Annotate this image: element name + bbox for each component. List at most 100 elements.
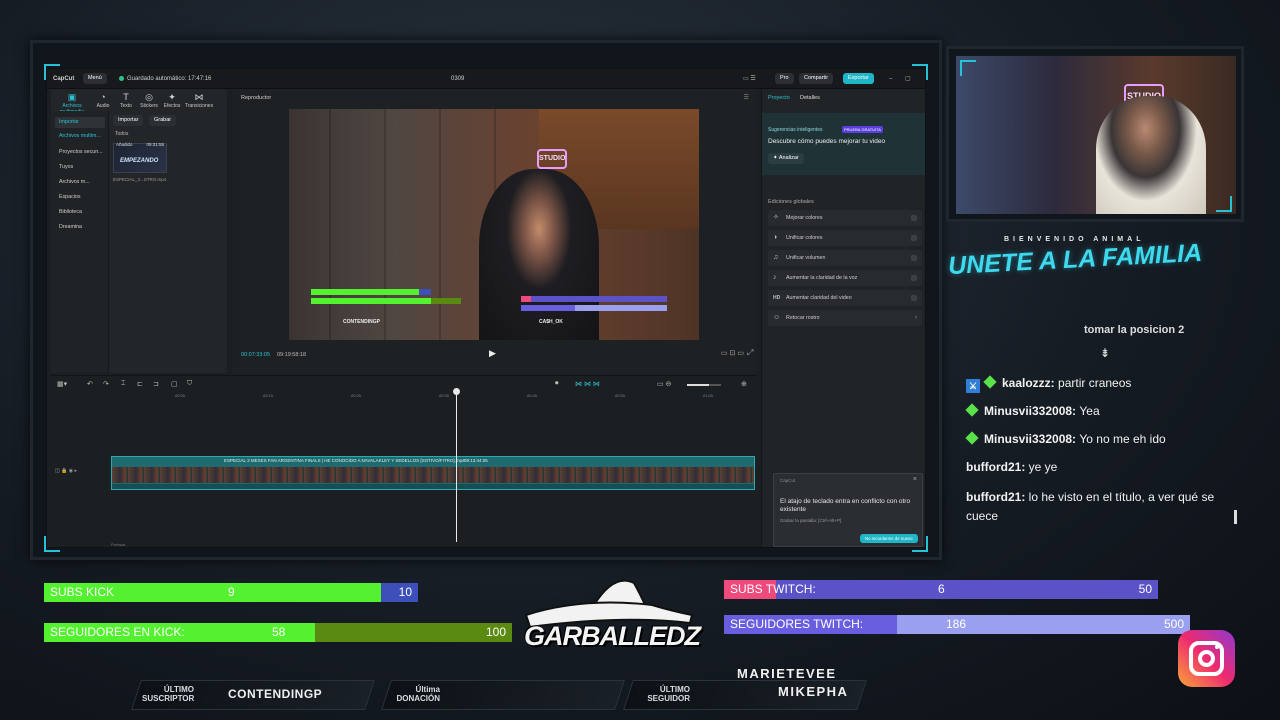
face-icon: ☺ bbox=[773, 314, 781, 321]
tab-stickers[interactable]: ◎ Stickers bbox=[138, 92, 160, 109]
voice-icon: ♪ bbox=[773, 274, 777, 281]
overlay-seg-kick-bar bbox=[311, 298, 431, 304]
frame-corner bbox=[960, 60, 976, 76]
last-follower-value-1: MARIETEVEE bbox=[737, 666, 837, 681]
tab-transitions[interactable]: ⋈ Transiciones bbox=[184, 92, 214, 109]
last-donation-heading: Última DONACIÓN bbox=[396, 685, 440, 703]
menu-button[interactable]: Menú bbox=[83, 73, 107, 84]
sidebar-item-media[interactable]: Archivos multim... bbox=[55, 131, 105, 142]
pro-button[interactable]: Pro bbox=[775, 73, 794, 84]
chat-message: bufford21: ye ye bbox=[966, 460, 1058, 474]
share-button[interactable]: Compartir bbox=[799, 73, 834, 84]
mic-icon[interactable]: ⏺ bbox=[555, 380, 559, 388]
subs-twitch-goal-bar: SUBS TWITCH: 6 50 bbox=[724, 580, 1158, 599]
import-button[interactable]: Importar bbox=[113, 115, 144, 126]
chat-partial-line: tomar la posicion 2 bbox=[1084, 324, 1185, 336]
layout-icon[interactable]: ▭ ☰ bbox=[743, 69, 756, 89]
record-button[interactable]: Grabar bbox=[149, 115, 177, 126]
edit-improve-colors[interactable]: ✧ Mejorar colores bbox=[768, 210, 922, 226]
clip-waveform bbox=[112, 484, 754, 489]
zoom-in-icon[interactable]: ⊕ bbox=[741, 380, 747, 388]
tab-project[interactable]: Proyecto bbox=[768, 95, 790, 101]
minimize-icon[interactable]: – bbox=[889, 69, 892, 89]
analyze-button[interactable]: ✦ Analizar bbox=[768, 153, 804, 164]
sidebar-item-dreamina[interactable]: Dreamina bbox=[55, 222, 105, 233]
split-icon[interactable]: ⌶ bbox=[121, 380, 125, 388]
ratio-icon[interactable]: ▭ ⊡ ▭ bbox=[721, 349, 744, 357]
sidebar-item-files[interactable]: Archivos m... bbox=[55, 177, 105, 188]
dont-remind-button[interactable]: No recordarme de nuevo bbox=[860, 534, 918, 543]
export-button[interactable]: Exportar bbox=[843, 73, 874, 84]
notification-shortcut: Grabar la pantalla: [Ctrl+Alt+P] bbox=[780, 518, 842, 523]
sidebar-item-import[interactable]: Importar bbox=[55, 117, 105, 128]
timeline-clip[interactable]: ESPECIAL 3 MESES FAN ARGENTINA FINALS | … bbox=[111, 456, 755, 490]
ruler-tick: 00:50 bbox=[615, 393, 626, 398]
webcam-feed: STUDIO bbox=[956, 56, 1236, 214]
sidebar-item-library[interactable]: Biblioteca bbox=[55, 207, 105, 218]
media-thumbnail[interactable]: Añadido 09:31:55 EMPEZANDO bbox=[113, 142, 167, 173]
preview-axis-icon[interactable]: ▭ ⊖ bbox=[657, 380, 671, 388]
chat-scrollbar[interactable] bbox=[1234, 510, 1237, 524]
smart-suggestions: Sugerencias inteligentes PRUEBA GRATUITA… bbox=[762, 113, 925, 175]
fullscreen-icon[interactable]: ⤢ bbox=[747, 348, 753, 358]
tab-text[interactable]: T Texto bbox=[115, 92, 137, 109]
edit-unify-volume[interactable]: ♫ Unificar volumen bbox=[768, 250, 922, 266]
project-title: 0309 bbox=[451, 76, 465, 82]
global-edits-title: Ediciones globales bbox=[768, 199, 814, 205]
magnet-icon[interactable]: ⋈ ⋈ ⋈ bbox=[575, 380, 600, 388]
logo-text: GARBALLEDZ bbox=[524, 621, 701, 651]
edit-retouch-face[interactable]: ☺ Retocar rostro › bbox=[768, 310, 922, 326]
media-filename: ESPECIAL_3...STRO.mp4 bbox=[113, 177, 167, 182]
player-menu-icon[interactable]: ☰ bbox=[744, 94, 749, 101]
split-left-icon[interactable]: ⊏ bbox=[137, 380, 143, 388]
delete-icon[interactable]: ▢ bbox=[171, 380, 178, 388]
shield-icon[interactable]: ⛉ bbox=[187, 380, 192, 388]
playhead[interactable] bbox=[456, 390, 457, 542]
subscriber-gem-icon bbox=[965, 403, 979, 417]
sidebar-item-spaces[interactable]: Espacios bbox=[55, 192, 105, 203]
clip-duration: 09:13:44:05 bbox=[464, 458, 488, 463]
current-time: 00:07:33:05 bbox=[241, 352, 271, 358]
instagram-icon[interactable] bbox=[1178, 630, 1235, 687]
edit-video-clarity[interactable]: HD Aumentar claridad del video bbox=[768, 290, 922, 306]
transitions-icon: ⋈ bbox=[194, 92, 204, 102]
layout-select-icon[interactable]: ▦▾ bbox=[57, 380, 67, 388]
cover-label[interactable]: Portada bbox=[111, 542, 125, 547]
channel-logo: GARBALLEDZ bbox=[522, 575, 708, 675]
filter-all[interactable]: Todos bbox=[115, 131, 128, 137]
video-preview[interactable]: STUDIO CONTENDINGP CA$H_OK bbox=[289, 109, 699, 340]
app-logo: CapCut bbox=[53, 76, 75, 82]
last-sub-heading: ÚLTIMO SUSCRIPTOR bbox=[142, 685, 195, 703]
shortcut-notification: CapCut × El atajo de teclado entra en co… bbox=[773, 473, 923, 547]
volume-icon: ♫ bbox=[773, 254, 779, 261]
track-controls-icon[interactable]: ◫ 🔒 ◉ ▸ bbox=[55, 468, 77, 474]
redo-icon[interactable]: ↷ bbox=[103, 380, 109, 388]
moderator-icon: ⚔ bbox=[966, 379, 980, 393]
text-icon: T bbox=[123, 92, 129, 102]
player-title: Reproductor bbox=[241, 95, 272, 101]
tab-media[interactable]: ▣Archivos multimedia bbox=[53, 92, 91, 115]
clip-title: ESPECIAL 3 MESES FAN ARGENTINA FINALS | … bbox=[224, 458, 465, 463]
edit-voice-clarity[interactable]: ♪ Aumentar la claridad de la voz bbox=[768, 270, 922, 286]
maximize-icon[interactable]: ▢ bbox=[905, 69, 911, 89]
followers-twitch-goal-bar: SEGUIDORES TWITCH: 186 500 bbox=[724, 615, 1190, 634]
undo-icon[interactable]: ↶ bbox=[87, 380, 93, 388]
overlay-subs-kick-bar bbox=[311, 289, 419, 295]
split-right-icon[interactable]: ⊐ bbox=[153, 380, 159, 388]
frame-corner bbox=[1216, 196, 1232, 212]
play-button[interactable]: ▶ bbox=[489, 348, 496, 359]
sidebar-item-subprojects[interactable]: Proyectos secun... bbox=[55, 147, 105, 158]
edit-unify-colors[interactable]: ◑ Unificar colores bbox=[768, 230, 922, 246]
notification-message: El atajo de teclado entra en conflicto c… bbox=[780, 498, 911, 513]
tab-audio[interactable]: ◔ Audio bbox=[92, 92, 114, 109]
close-icon[interactable]: × bbox=[913, 476, 917, 483]
timeline-panel: ▦▾ ↶ ↷ ⌶ ⊏ ⊐ ▢ ⛉ ⏺ ⋈ ⋈ ⋈ ▭ ⊖ ⊕ 00:00 00:… bbox=[51, 375, 757, 547]
subscriber-gem-icon bbox=[965, 431, 979, 445]
tab-effects[interactable]: ✦ Efectos bbox=[161, 92, 183, 109]
subs-kick-goal-bar: SUBS KICK 9 10 bbox=[44, 583, 418, 602]
tab-details[interactable]: Detalles bbox=[800, 95, 820, 101]
last-follower-value-2: MIKEPHA bbox=[778, 684, 849, 699]
chat-scroll-icon[interactable]: ⇟ bbox=[1100, 346, 1110, 360]
hd-icon: HD bbox=[773, 295, 781, 301]
sidebar-item-yours[interactable]: Tuyos bbox=[55, 162, 105, 173]
